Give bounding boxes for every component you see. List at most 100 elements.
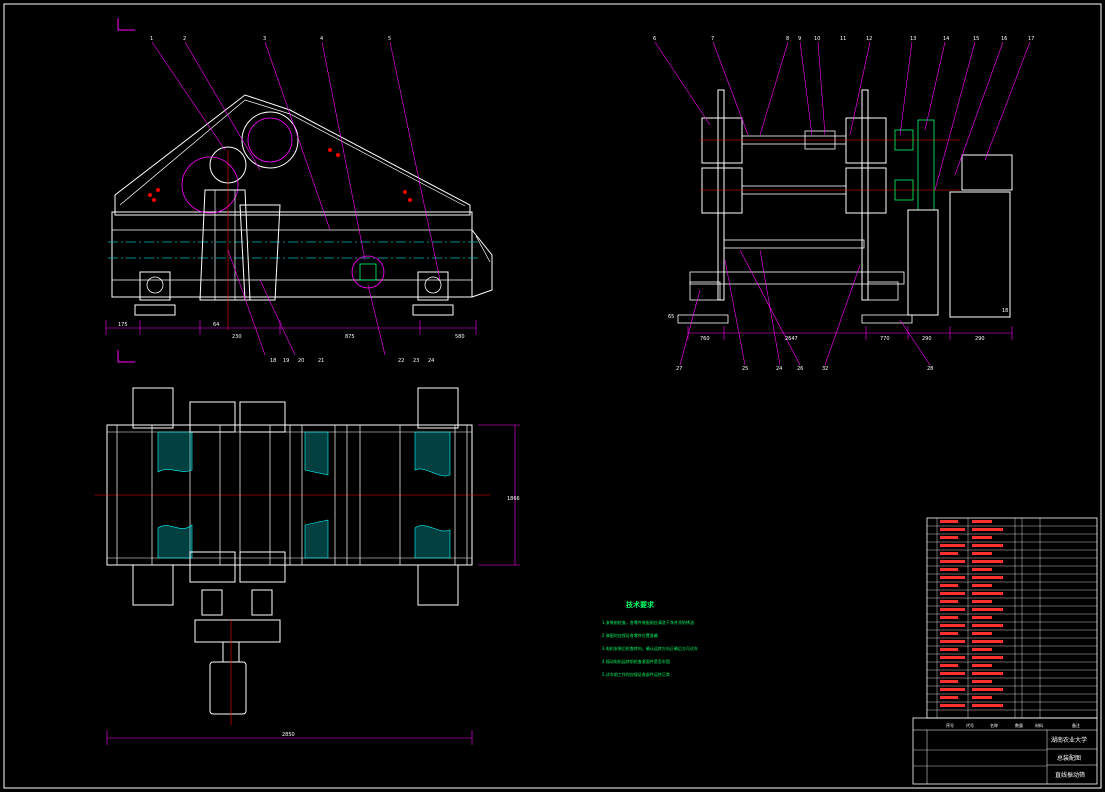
dimension-text: 175 [118,322,128,328]
bom-code-text [940,688,965,691]
dimension-text: 290 [975,336,985,342]
bom-name-text [972,568,992,571]
bom-code-text [940,536,958,539]
front-view: 1 2 3 4 5 18 19 20 21 22 23 24 175 230 8… [105,18,493,364]
bom-name-text [972,704,1003,707]
bom-code-text [940,704,965,707]
bom-name-text [972,672,1003,675]
bom-name-text [972,632,992,635]
bom-name-text [972,576,1003,579]
leader-label: 13 [910,36,916,42]
leader-label: 16 [1001,36,1007,42]
bom-code-text [940,592,965,595]
header-col: 数量 [1015,722,1023,728]
bom-code-text [940,624,965,627]
bom-code-text [940,640,965,643]
leader-label: 6 [653,36,656,42]
bom-name-text [972,600,992,603]
leader-label: 28 [927,366,933,372]
leader-label: 9 [798,36,801,42]
leader-label: 19 [283,358,289,364]
bom-name-text [972,616,992,619]
leader-label: 12 [866,36,872,42]
leader-label: 7 [711,36,714,42]
bom-name-text [972,544,1003,547]
drawing-border [3,3,1102,789]
bom-code-text [940,544,965,547]
dimension-text: 875 [345,334,355,340]
bom-name-text [972,560,1003,563]
bom-name-text [972,648,992,651]
leader-label: 14 [943,36,949,42]
header-col: 名称 [990,722,998,728]
bom-code-text [940,568,958,571]
dimension-text: 760 [700,336,710,342]
technical-requirements: 技术要求 1.安装前检查，各零件装配前应清洗干净并涂防锈油 2.装配时应保证各零… [602,600,698,677]
dimension-text: 290 [922,336,932,342]
dimension-text: 1866 [507,496,520,502]
drawing-type: 总装配图 [1057,754,1081,762]
dimension-text: 230 [232,334,242,340]
note-item: 1.安装前检查，各零件装配前应清洗干净并涂防锈油 [602,619,694,625]
bom-code-text [940,576,965,579]
leader-label: 17 [1028,36,1034,42]
leader-label: 24 [776,366,782,372]
bom-name-text [972,592,1003,595]
leader-label: 22 [398,358,404,364]
bom-name-text [972,624,1003,627]
cad-drawing: 1 2 3 4 5 18 19 20 21 22 23 24 175 230 8… [3,3,1102,789]
bom-name-text [972,664,992,667]
bom-code-text [940,672,965,675]
school-name: 湖南农业大学 [1051,736,1087,744]
bom-code-text [940,560,965,563]
leader-label: 15 [973,36,979,42]
notes-title: 技术要求 [626,600,655,609]
bom-name-text [972,584,992,587]
bom-name-text [972,552,992,555]
bom-code-text [940,608,965,611]
bom-code-text [940,696,958,699]
dimension-text: 64 [213,322,219,328]
bom-code-text [940,616,958,619]
bom-name-text [972,640,1003,643]
bom-name-text [972,608,1003,611]
note-item: 5.试车前工作时应保证各部件运转正常 [602,671,670,677]
bom-code-text [940,520,958,523]
bom-name-text [972,528,1003,531]
header-col: 序号 [946,722,954,728]
dimension-text: 770 [880,336,890,342]
dimension-text: 580 [455,334,465,340]
leader-label: 8 [786,36,789,42]
product-name: 直线振动筛 [1055,771,1085,779]
bom-name-text [972,520,992,523]
side-view: 6 7 8 9 10 11 12 13 14 15 16 17 27 25 24… [653,36,1034,372]
header-col: 材料 [1035,722,1043,728]
dimension-text: 2850 [282,732,295,738]
leader-label: 21 [318,358,324,364]
leader-label: 4 [320,36,323,42]
note-item: 3.电机安装后检查转向，确认运转方向正确后方可试车 [602,645,698,651]
bom-code-text [940,664,958,667]
leader-label: 32 [822,366,828,372]
leader-label: 18 [270,358,276,364]
bom-name-text [972,680,992,683]
bom-code-text [940,600,958,603]
bom-code-text [940,528,965,531]
leader-label: 25 [742,366,748,372]
bom-code-text [940,632,958,635]
bom-name-text [972,656,1003,659]
bom-code-text [940,552,958,555]
dimension-text: 65 [668,314,674,320]
leader-label: 2 [183,36,186,42]
dimension-text: 2647 [785,336,798,342]
bom-code-text [940,680,958,683]
bill-of-materials [926,517,1098,719]
bom-name-text [972,536,992,539]
bom-code-text [940,648,958,651]
bom-name-text [972,688,1003,691]
leader-label: 10 [814,36,820,42]
leader-label: 1 [150,36,153,42]
leader-label: 24 [428,358,434,364]
leader-label: 11 [840,36,846,42]
leader-label: 3 [263,36,266,42]
